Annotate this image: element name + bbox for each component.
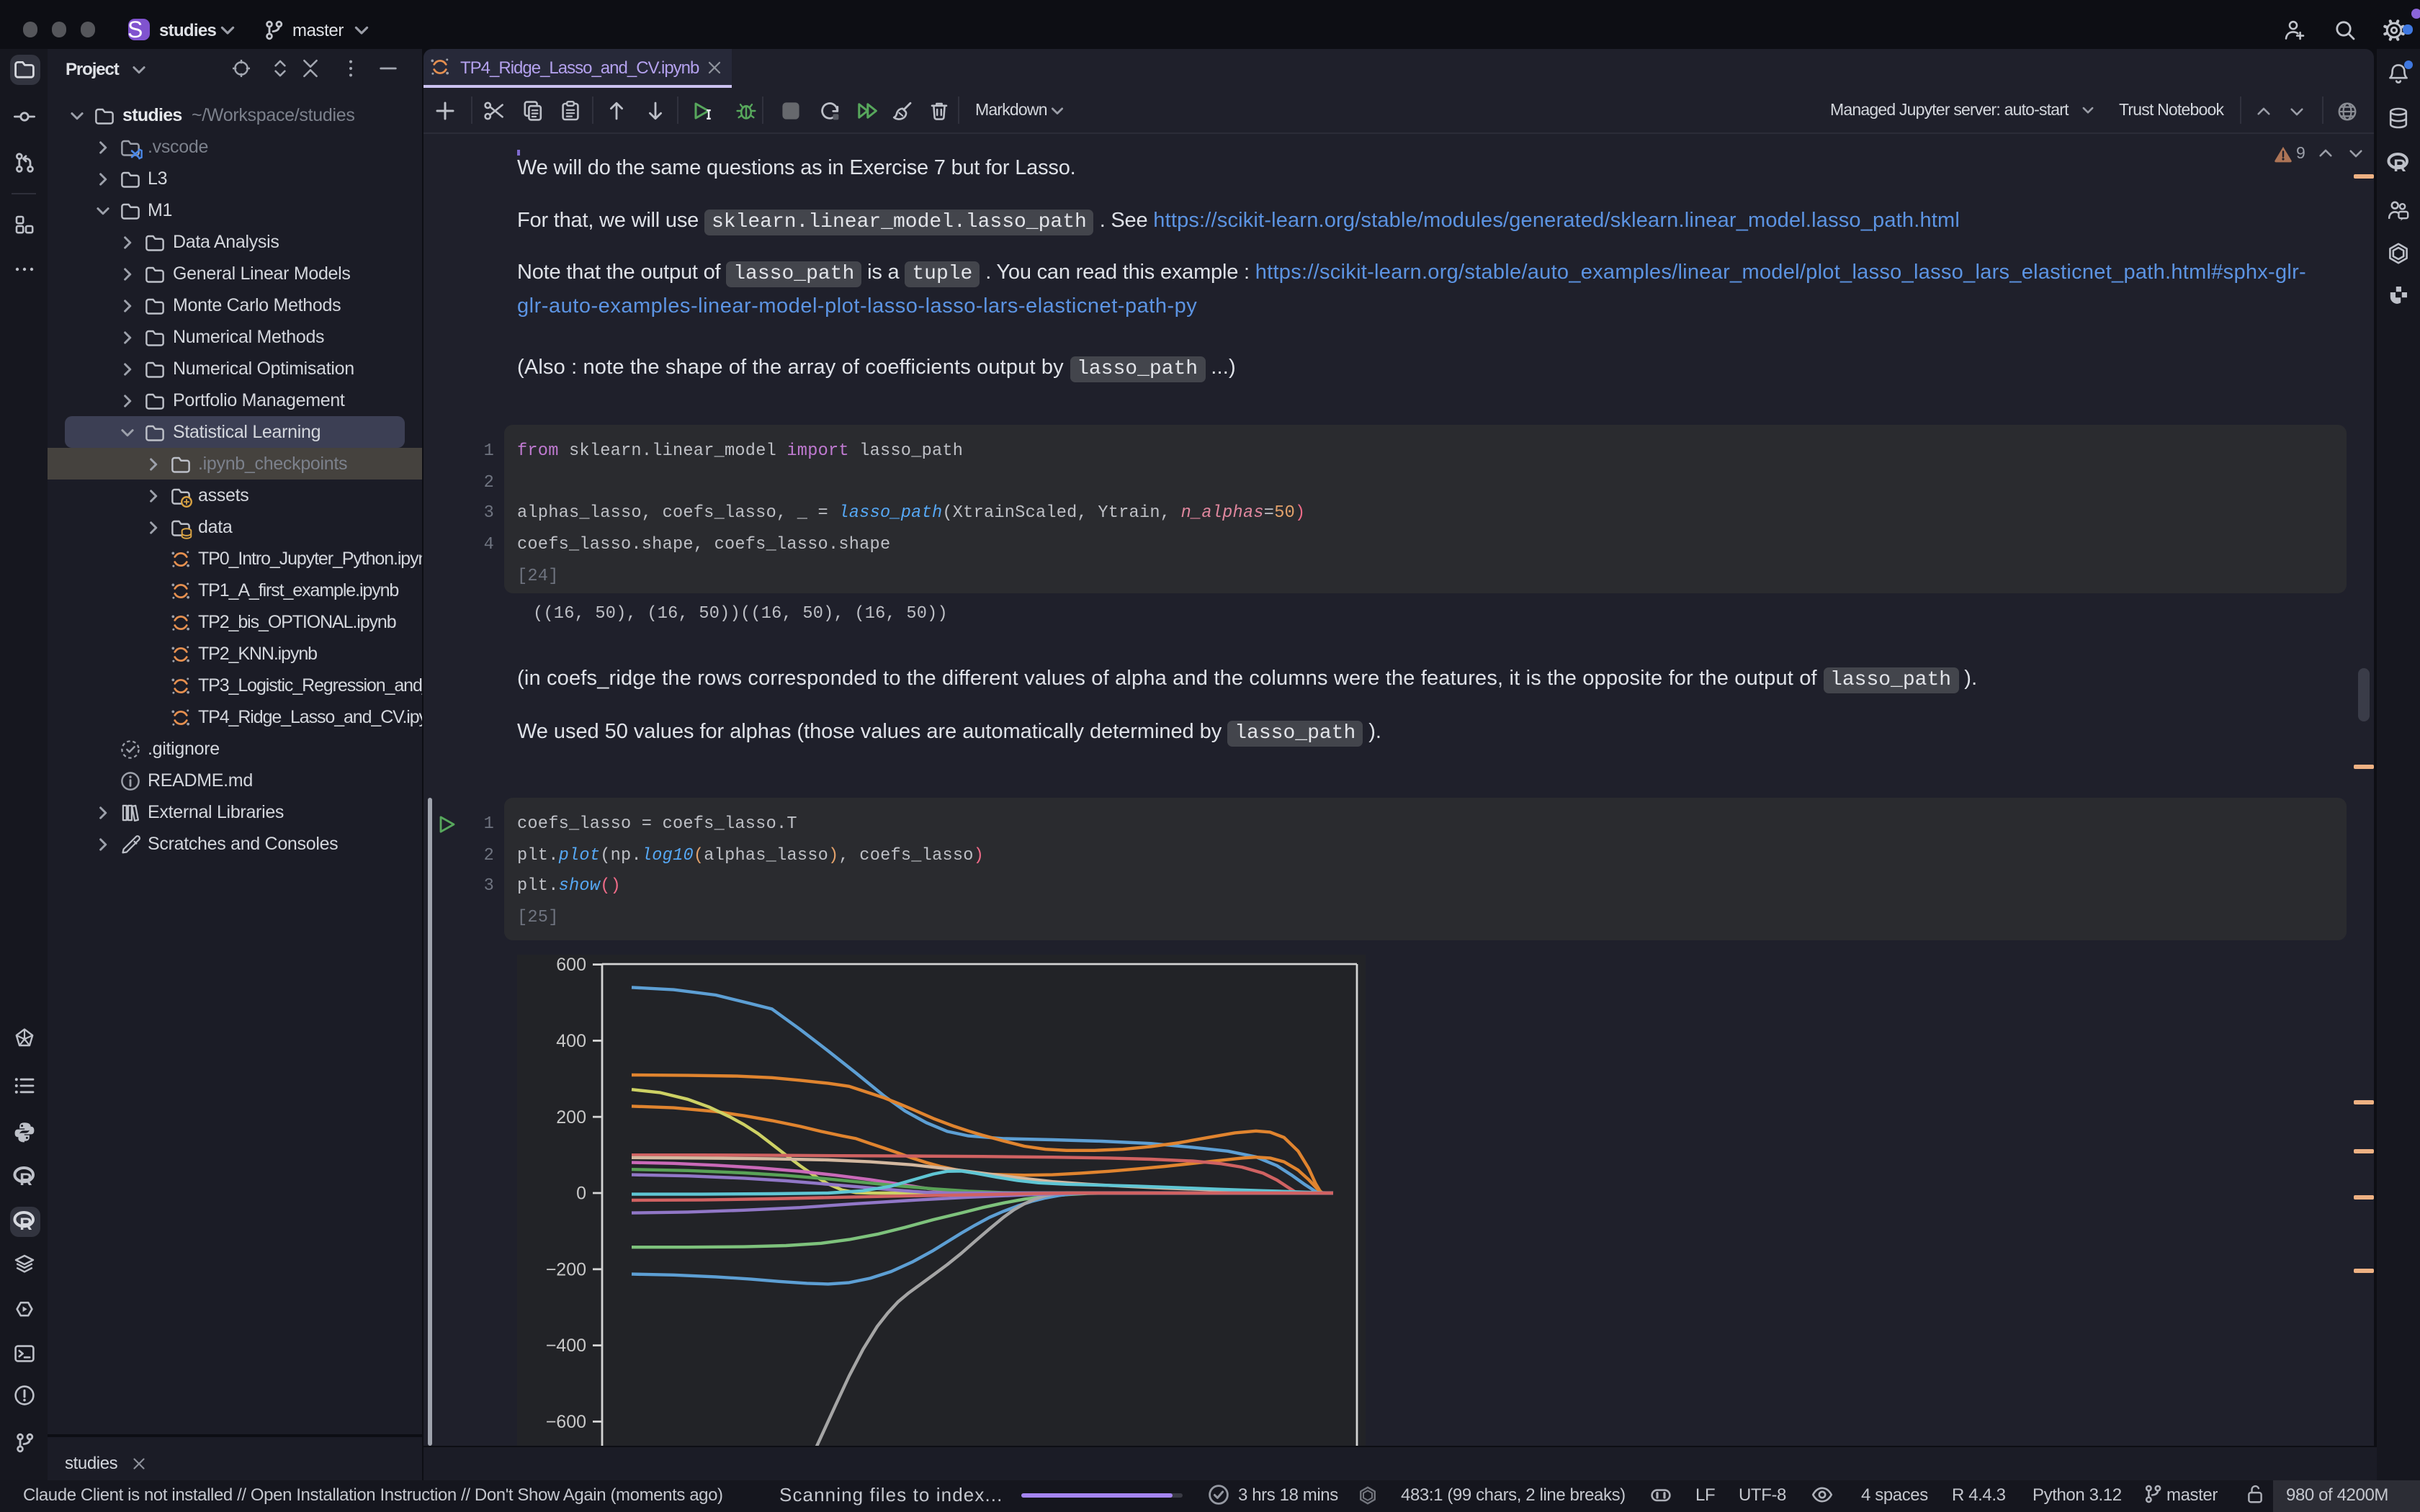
svg-text:600: 600: [556, 955, 586, 975]
svg-text:R: R: [19, 1215, 31, 1233]
svg-text:R: R: [19, 1170, 31, 1188]
svg-text:400: 400: [556, 1031, 586, 1051]
svg-text:R: R: [2393, 156, 2406, 174]
svg-text:0: 0: [576, 1184, 586, 1204]
svg-text:−200: −200: [546, 1259, 586, 1279]
svg-text:−400: −400: [546, 1336, 586, 1356]
svg-text:−600: −600: [546, 1412, 586, 1432]
svg-text:200: 200: [556, 1107, 586, 1128]
